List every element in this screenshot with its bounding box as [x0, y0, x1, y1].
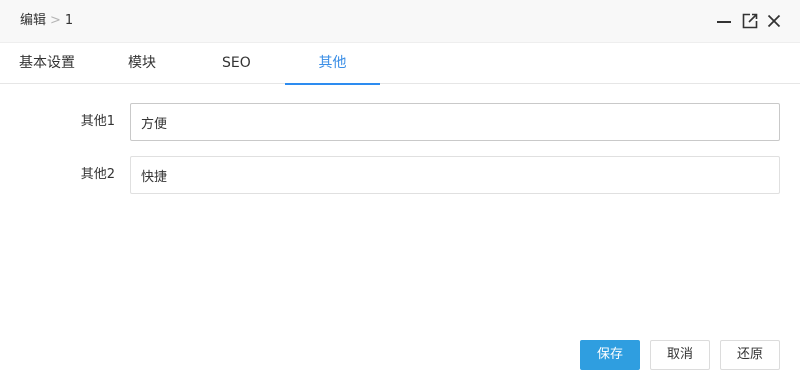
minimize-icon[interactable]: [715, 12, 733, 30]
form-row-other2: 其他2: [0, 156, 800, 194]
breadcrumb-separator: >: [50, 13, 61, 28]
maximize-icon[interactable]: [741, 12, 759, 30]
other2-label: 其他2: [80, 167, 115, 182]
tab-seo[interactable]: SEO: [222, 43, 251, 84]
tab-bar: 基本设置 模块 SEO 其他: [0, 43, 800, 85]
save-button[interactable]: 保存: [580, 340, 640, 370]
other1-label: 其他1: [80, 114, 115, 129]
breadcrumb-parent: 编辑: [20, 13, 47, 28]
tab-other[interactable]: 其他: [285, 43, 380, 85]
breadcrumb-current: 1: [64, 13, 74, 28]
tab-modules[interactable]: 模块: [128, 43, 156, 84]
close-icon[interactable]: [765, 12, 783, 30]
form-row-other1: 其他1: [0, 103, 800, 141]
breadcrumb: 编辑 >1: [20, 12, 73, 30]
reset-button[interactable]: 还原: [720, 340, 780, 370]
cancel-button[interactable]: 取消: [650, 340, 710, 370]
dialog-titlebar: 编辑 >1: [0, 0, 800, 43]
tab-basic-settings[interactable]: 基本设置: [19, 43, 75, 84]
other2-input[interactable]: [130, 156, 780, 194]
other1-input[interactable]: [130, 103, 780, 141]
